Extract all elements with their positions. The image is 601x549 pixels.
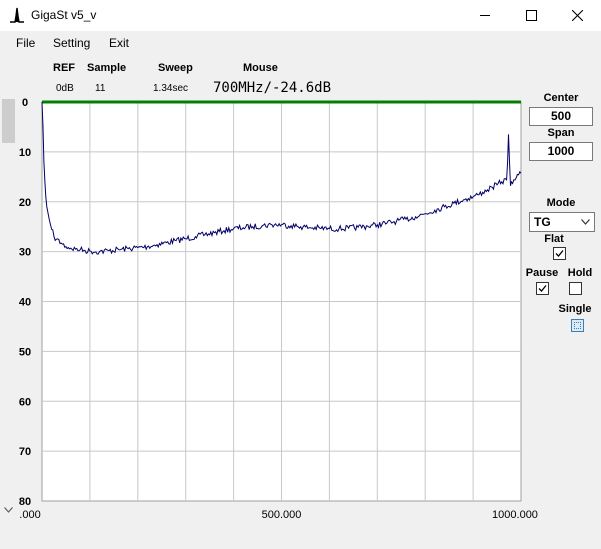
span-label: Span [547,127,575,139]
x-axis-ticks: .000 500.000 1000.000 [19,509,538,521]
mode-value: TG [534,215,551,229]
y-tick-label: 40 [19,297,31,309]
center-input[interactable]: 500 [529,107,593,126]
flat-checkbox[interactable] [553,247,566,260]
hold-label: Hold [567,267,593,279]
span-input[interactable]: 1000 [529,142,593,161]
y-tick-label: 0 [22,97,28,109]
y-tick-label: 60 [19,396,31,408]
single-button[interactable] [571,319,584,332]
x-tick-label: 500.000 [262,509,302,521]
x-tick-label: 1000.000 [492,509,538,521]
mode-label: Mode [546,197,576,209]
spectrum-plot[interactable]: 0 10 20 30 40 50 60 70 80 .000 500.000 1000.000 [0,0,601,549]
x-tick-label: .000 [19,509,40,521]
y-tick-label: 70 [19,446,31,458]
check-icon [538,285,547,292]
hold-checkbox[interactable] [569,282,582,295]
y-tick-label: 10 [19,147,31,159]
y-tick-label: 20 [19,197,31,209]
mode-select[interactable]: TG [529,212,595,232]
y-tick-label: 50 [19,346,31,358]
y-axis-ticks: 0 10 20 30 40 50 60 70 80 [19,97,31,508]
pause-label: Pause [525,267,559,279]
y-tick-label: 30 [19,247,31,259]
chevron-down-icon [581,219,590,225]
y-tick-label: 80 [19,496,31,508]
pause-checkbox[interactable] [536,282,549,295]
center-label: Center [543,92,579,104]
flat-label: Flat [544,233,564,245]
single-label: Single [558,303,592,315]
check-icon [555,250,564,257]
